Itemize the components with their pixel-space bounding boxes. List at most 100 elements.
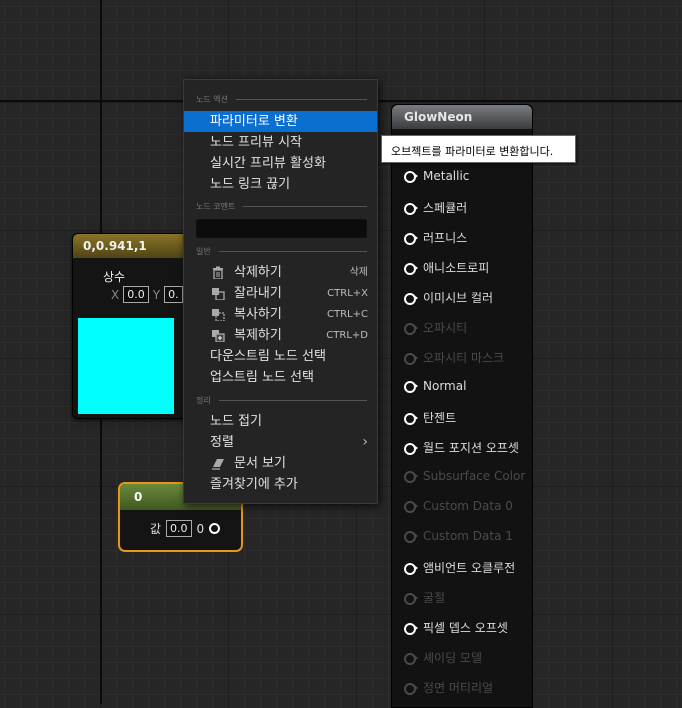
pin-row-opacity[interactable]: 오파시티 (404, 319, 467, 336)
menu-item-copy[interactable]: 복사하기 CTRL+C (184, 304, 377, 325)
menu-item-add-to-favorites[interactable]: 즐겨찾기에 추가 (184, 474, 377, 495)
pin-row-custom-data-1[interactable]: Custom Data 1 (404, 529, 513, 543)
menu-item-duplicate[interactable]: 복제하기 CTRL+D (184, 325, 377, 346)
input-pin-icon[interactable] (404, 622, 418, 635)
pin-row-pixel-depth-offset[interactable]: 픽셀 뎁스 오프셋 (404, 619, 508, 636)
pin-label: 굴절 (423, 591, 446, 605)
input-pin-icon[interactable] (404, 442, 418, 455)
book-icon (212, 459, 224, 470)
pin-row-front-material[interactable]: 정면 머티리얼 (404, 679, 493, 696)
scalar-value-row: 값 0.0 0 (150, 520, 221, 537)
divider (218, 251, 367, 252)
pin-label: 오파시티 마스크 (423, 351, 505, 365)
y-value-field[interactable]: 0. (164, 286, 183, 303)
x-value-field[interactable]: 0.0 (123, 286, 149, 303)
input-pin-icon[interactable] (404, 562, 418, 575)
pin-row-world-position-offset[interactable]: 월드 포지션 오프셋 (404, 439, 519, 456)
section-label: 정리 (196, 396, 211, 405)
menu-item-label: 복사하기 (234, 307, 282, 322)
input-pin-icon[interactable] (404, 170, 418, 183)
pin-row-normal[interactable]: Normal (404, 379, 466, 393)
pin-label: Custom Data 0 (423, 499, 513, 513)
menu-item-cut[interactable]: 잘라내기 CTRL+X (184, 283, 377, 304)
input-pin-icon[interactable] (404, 682, 418, 695)
input-pin-icon[interactable] (404, 262, 418, 275)
x-label: X (111, 287, 120, 302)
pin-label: 픽셀 뎁스 오프셋 (423, 621, 508, 635)
shortcut-label: 삭제 (349, 267, 368, 278)
input-pin-icon[interactable] (404, 202, 418, 215)
divider (235, 99, 367, 100)
menu-item-enable-realtime-preview[interactable]: 실시간 프리뷰 활성화 (184, 153, 377, 174)
pin-label: 셰이딩 모델 (423, 651, 483, 665)
input-pin-icon[interactable] (404, 470, 418, 483)
output-pin-icon[interactable] (209, 523, 221, 534)
duplicate-icon (212, 330, 225, 342)
input-pin-icon[interactable] (404, 652, 418, 665)
pin-label: Normal (423, 379, 467, 393)
input-pin-icon[interactable] (404, 380, 418, 393)
pin-row-refraction[interactable]: 굴절 (404, 589, 445, 606)
pin-row-ambient-occlusion[interactable]: 앰비언트 오클루전 (404, 559, 515, 576)
menu-item-align[interactable]: 정렬 › (184, 432, 377, 453)
input-pin-icon[interactable] (404, 292, 418, 305)
menu-item-label: 삭제하기 (234, 265, 282, 280)
divider (243, 206, 367, 207)
section-node-comment: 노드 코멘트 (196, 201, 367, 212)
pin-row-roughness[interactable]: 러프니스 (404, 229, 467, 246)
cut-icon (212, 288, 225, 300)
menu-item-break-node-links[interactable]: 노드 링크 끊기 (184, 174, 377, 195)
input-pin-icon[interactable] (404, 322, 418, 335)
pin-label: 오파시티 (423, 321, 468, 335)
shortcut-label: CTRL+D (326, 330, 368, 341)
input-pin-icon[interactable] (404, 352, 418, 365)
pin-row-specular[interactable]: 스페큘러 (404, 199, 467, 216)
input-pin-icon[interactable] (404, 232, 418, 245)
menu-item-view-documentation[interactable]: 문서 보기 (184, 453, 377, 474)
input-pin-icon[interactable] (404, 500, 418, 513)
pin-row-subsurface-color[interactable]: Subsurface Color (404, 469, 525, 483)
section-label: 노드 액션 (196, 95, 228, 104)
material-node[interactable]: GlowNeon Metallic 스페큘러 러프니스 애니소트로피 이미시브 … (391, 104, 533, 708)
chevron-right-icon: › (362, 434, 368, 450)
pin-row-opacity-mask[interactable]: 오파시티 마스크 (404, 349, 504, 366)
pin-label: 앰비언트 오클루전 (423, 561, 516, 575)
shortcut-label: CTRL+X (327, 288, 368, 299)
pin-row-emissive-color[interactable]: 이미시브 컬러 (404, 289, 493, 306)
shortcut-label: CTRL+C (327, 309, 368, 320)
pin-label: Metallic (423, 169, 470, 183)
menu-item-convert-to-parameter[interactable]: 파라미터로 변환 (184, 111, 377, 132)
material-node-title[interactable]: GlowNeon (392, 105, 532, 129)
tooltip: 오브젝트를 파라미터로 변환합니다. (381, 135, 576, 163)
section-organization: 정리 (196, 395, 367, 406)
divider (218, 400, 367, 401)
menu-item-delete[interactable]: 삭제하기 삭제 (184, 262, 377, 283)
value-field[interactable]: 0.0 (166, 520, 192, 537)
pin-label: 탄젠트 (423, 411, 457, 425)
pin-label: 러프니스 (423, 231, 468, 245)
pin-row-shading-model[interactable]: 셰이딩 모델 (404, 649, 482, 666)
pin-row-metallic[interactable]: Metallic (404, 169, 469, 183)
menu-item-collapse-node[interactable]: 노드 접기 (184, 411, 377, 432)
y-label: Y (152, 287, 161, 302)
node-comment-input[interactable] (196, 219, 367, 238)
menu-item-label: 정렬 (210, 435, 234, 450)
menu-item-select-upstream[interactable]: 업스트림 노드 선택 (184, 367, 377, 388)
pin-label: Custom Data 1 (423, 529, 513, 543)
menu-item-start-preview[interactable]: 노드 프리뷰 시작 (184, 132, 377, 153)
pin-label: 이미시브 컬러 (423, 291, 494, 305)
pin-row-tangent[interactable]: 탄젠트 (404, 409, 456, 426)
menu-item-select-downstream[interactable]: 다운스트림 노드 선택 (184, 346, 377, 367)
color-swatch (78, 318, 174, 414)
pin-label: 스페큘러 (423, 201, 468, 215)
input-pin-icon[interactable] (404, 592, 418, 605)
pin-row-custom-data-0[interactable]: Custom Data 0 (404, 499, 513, 513)
input-pin-icon[interactable] (404, 412, 418, 425)
input-pin-icon[interactable] (404, 530, 418, 543)
section-label: 노드 코멘트 (196, 202, 236, 211)
pin-label: Subsurface Color (423, 469, 526, 483)
constant-node-label: 상수 (103, 270, 126, 284)
menu-item-label: 복제하기 (234, 328, 282, 343)
trash-icon (213, 266, 223, 279)
pin-row-anisotropy[interactable]: 애니소트로피 (404, 259, 489, 276)
